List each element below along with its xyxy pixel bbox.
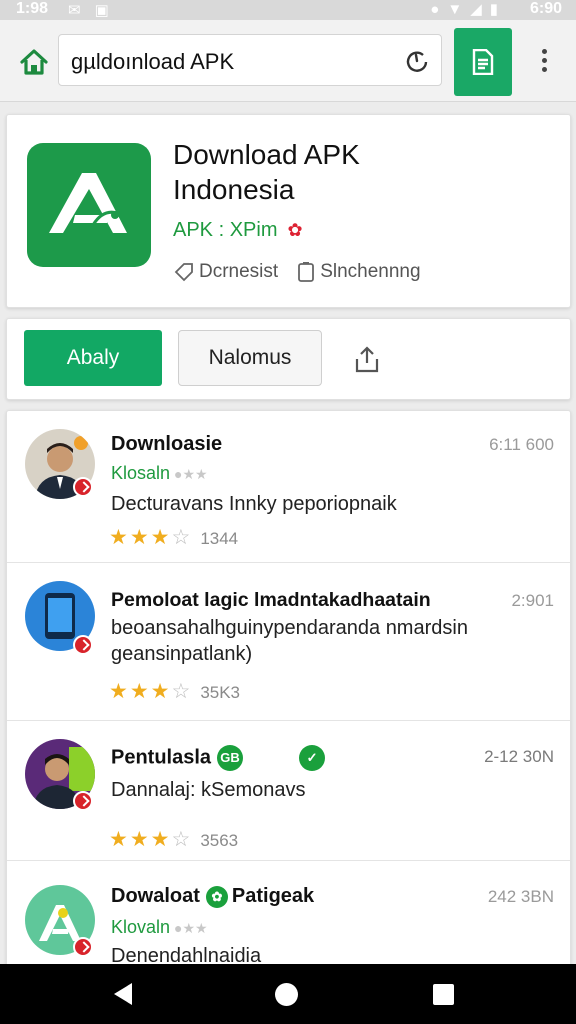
document-icon xyxy=(472,49,494,75)
star-rating: ★★★☆ 35K3 xyxy=(109,680,241,703)
url-text[interactable]: gµldoınload APK xyxy=(71,49,234,75)
apk-logo-icon xyxy=(49,173,127,233)
info-right: Slnchennng xyxy=(320,261,421,283)
item-time: 2:901 xyxy=(511,591,554,610)
system-icons: ●▼◢▮ xyxy=(430,1,506,18)
url-bar[interactable]: gµldoınload APK xyxy=(58,34,442,86)
list-item[interactable]: Dowaloat ✿ Patigeak 242 3BN Klovaln ●★★ Den… xyxy=(7,861,570,970)
home-icon[interactable] xyxy=(18,46,50,78)
rating-dots-icon: ●★★ xyxy=(174,466,208,482)
item-time: 2-12 30N xyxy=(484,747,554,766)
share-icon[interactable] xyxy=(349,341,385,377)
reader-mode-button[interactable] xyxy=(454,28,512,96)
item-description: Decturavans Innky peporiopnaik xyxy=(111,493,397,515)
green-tag-icon: GB xyxy=(217,745,244,771)
item-description: Dannalaj: kSemonavs xyxy=(111,779,306,801)
star-rating: ★★★☆ 1344 xyxy=(109,526,239,549)
list-item[interactable]: Pentulasla GB ✓ 2-12 30N Dannalaj: kSemona… xyxy=(7,721,570,861)
check-tag-icon: ✓ xyxy=(299,745,326,771)
item-title-text: Dowaloat xyxy=(111,885,200,907)
item-title: Pentulasla GB ✓ xyxy=(111,745,326,771)
app-logo xyxy=(27,143,151,267)
app-title: Download APK Indonesia xyxy=(173,139,360,205)
star-rating: ★★★☆ 3563 xyxy=(109,828,239,851)
verified-badge-icon xyxy=(73,937,93,957)
green-tag-icon: ✿ xyxy=(205,885,228,908)
verified-badge-icon xyxy=(73,791,93,811)
secondary-action-button[interactable]: Nalomus xyxy=(178,330,322,386)
reload-icon[interactable] xyxy=(403,47,431,75)
status-bar: 1:98 ✉▣ ●▼◢▮ 6:90 xyxy=(0,0,576,20)
item-description: beoansahalhguinypendaranda nmardsin xyxy=(111,617,468,639)
browser-toolbar: gµldoınload APK xyxy=(0,20,576,102)
item-time: 242 3BN xyxy=(487,887,554,906)
rating-dots-icon: ●★★ xyxy=(174,920,208,936)
item-description-line2: geansinpatlank) xyxy=(111,643,253,665)
item-title: Downloasie xyxy=(111,433,223,455)
verified-badge-icon xyxy=(73,477,93,497)
overflow-menu-icon[interactable] xyxy=(532,46,556,78)
clipboard-icon xyxy=(298,262,315,282)
notification-icons: ✉▣ xyxy=(68,2,123,19)
home-button-icon[interactable] xyxy=(275,983,298,1006)
item-subtitle-text: Klovaln xyxy=(111,917,171,937)
item-title: Pemoloat lagic lmadntakadhaatain xyxy=(111,589,431,611)
status-time-right: 6:90 xyxy=(529,0,562,17)
app-header-card: Download APK Indonesia APK : XPim ✿ Dcrne… xyxy=(6,114,571,308)
item-title-suffix: Patigeak xyxy=(231,885,315,907)
rating-count: 3563 xyxy=(200,831,239,850)
status-time-left: 1:98 xyxy=(16,0,49,17)
rating-count: 35K3 xyxy=(200,683,241,702)
action-card: Abaly Nalomus xyxy=(6,318,571,400)
item-subtitle: Klovaln ●★★ xyxy=(111,917,208,938)
app-meta-text: APK : XPim xyxy=(173,219,278,241)
list-item[interactable]: Downloasie 6:11 600 Klosaln ●★★ Decturava… xyxy=(7,411,570,563)
item-title: Dowaloat ✿ Patigeak xyxy=(111,885,314,908)
flag-icon: ✿ xyxy=(287,220,303,240)
system-nav-bar xyxy=(0,964,576,1024)
item-subtitle-text: Klosaln xyxy=(111,463,171,483)
verified-badge-icon xyxy=(73,635,93,655)
item-subtitle: Klosaln ●★★ xyxy=(111,463,208,484)
item-time: 6:11 600 xyxy=(489,435,554,454)
primary-action-button[interactable]: Abaly xyxy=(24,330,162,386)
tag-icon xyxy=(174,263,193,282)
item-title-text: Pentulasla xyxy=(111,746,212,769)
back-icon[interactable] xyxy=(114,983,132,1005)
review-list: Downloasie 6:11 600 Klosaln ●★★ Decturava… xyxy=(6,410,571,970)
info-left: Dcrnesist xyxy=(199,261,279,283)
recent-apps-icon[interactable] xyxy=(433,984,454,1005)
rating-count: 1344 xyxy=(200,529,239,548)
app-info-row: Dcrnesist Slnchennng xyxy=(173,261,421,283)
app-meta: APK : XPim ✿ xyxy=(173,219,303,242)
list-item[interactable]: Pemoloat lagic lmadntakadhaatain 2:901 b… xyxy=(7,563,570,721)
